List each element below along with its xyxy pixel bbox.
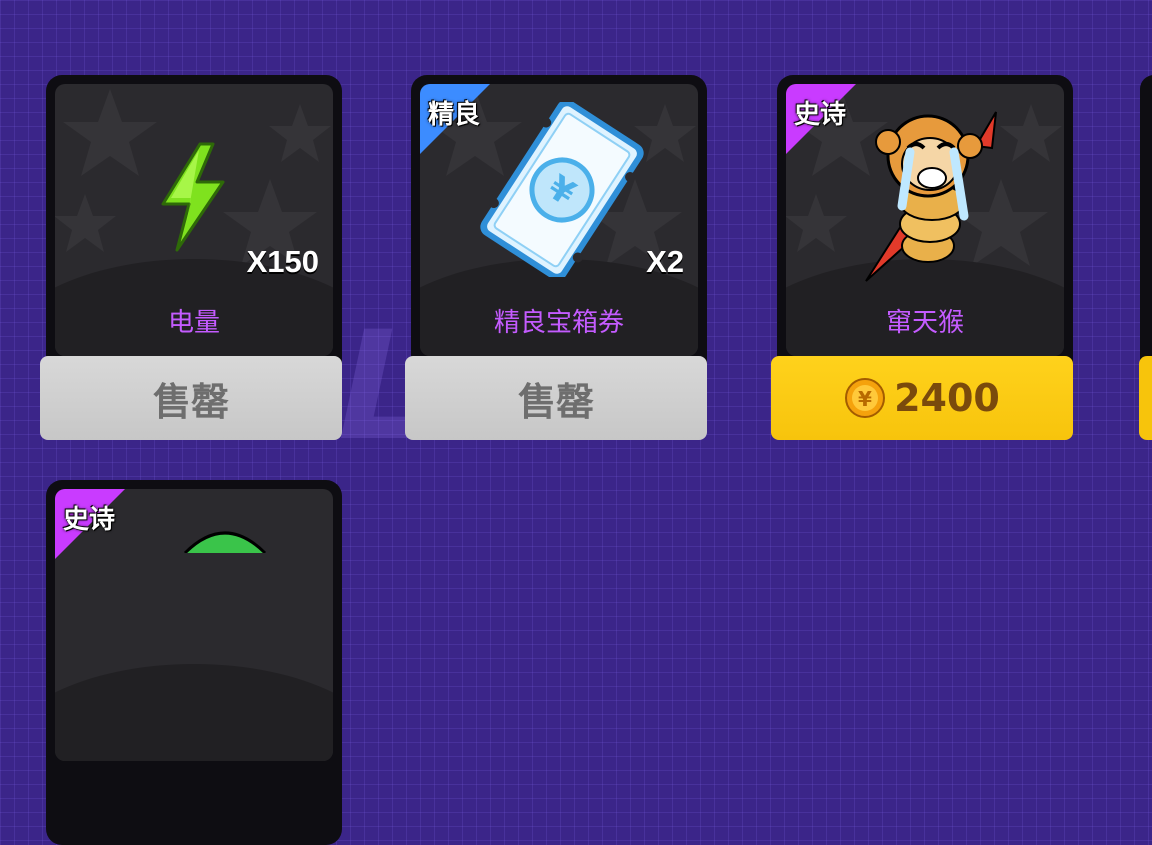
item-quantity: X150 bbox=[246, 244, 319, 279]
svg-text:¥: ¥ bbox=[858, 387, 872, 411]
shop-card-chest-ticket[interactable]: 精良 ¥ X2 精良宝箱券 售罄 bbox=[405, 75, 707, 440]
shop-card-firework-monkey[interactable]: 史诗 窜天猴 ¥ 2400 bbox=[771, 75, 1073, 440]
shop-card-energy[interactable]: X150 电量 售罄 bbox=[40, 75, 342, 440]
rarity-label: 史诗 bbox=[63, 505, 116, 535]
rarity-label: 精良 bbox=[428, 100, 481, 130]
card-display: 精良 ¥ X2 精良宝箱券 bbox=[420, 84, 698, 356]
price-value: 2400 bbox=[894, 376, 1000, 420]
coin-icon: ¥ bbox=[845, 378, 886, 418]
item-name: 窜天猴 bbox=[885, 308, 964, 338]
buy-price-button[interactable]: ¥ 2400 bbox=[771, 356, 1073, 440]
sold-out-button[interactable]: 售罄 bbox=[405, 356, 707, 440]
sold-out-button[interactable]: 售罄 bbox=[40, 356, 342, 440]
rarity-label: 史诗 bbox=[794, 100, 847, 130]
firework-monkey-icon bbox=[865, 111, 997, 282]
card-display: 史诗 bbox=[55, 489, 333, 761]
buy-price-button-partial[interactable] bbox=[1139, 356, 1152, 440]
shop-card-partial-bottom[interactable]: 史诗 bbox=[46, 480, 342, 845]
ticket-icon: ¥ bbox=[480, 102, 644, 277]
item-quantity: X2 bbox=[646, 244, 684, 279]
card-display: 史诗 窜天猴 bbox=[786, 84, 1064, 356]
item-art-partial-icon bbox=[183, 531, 267, 553]
card-display: X150 电量 bbox=[55, 84, 333, 356]
item-name: 精良宝箱券 bbox=[493, 308, 624, 338]
lightning-bolt-icon bbox=[161, 142, 225, 252]
item-name: 电量 bbox=[167, 308, 220, 338]
